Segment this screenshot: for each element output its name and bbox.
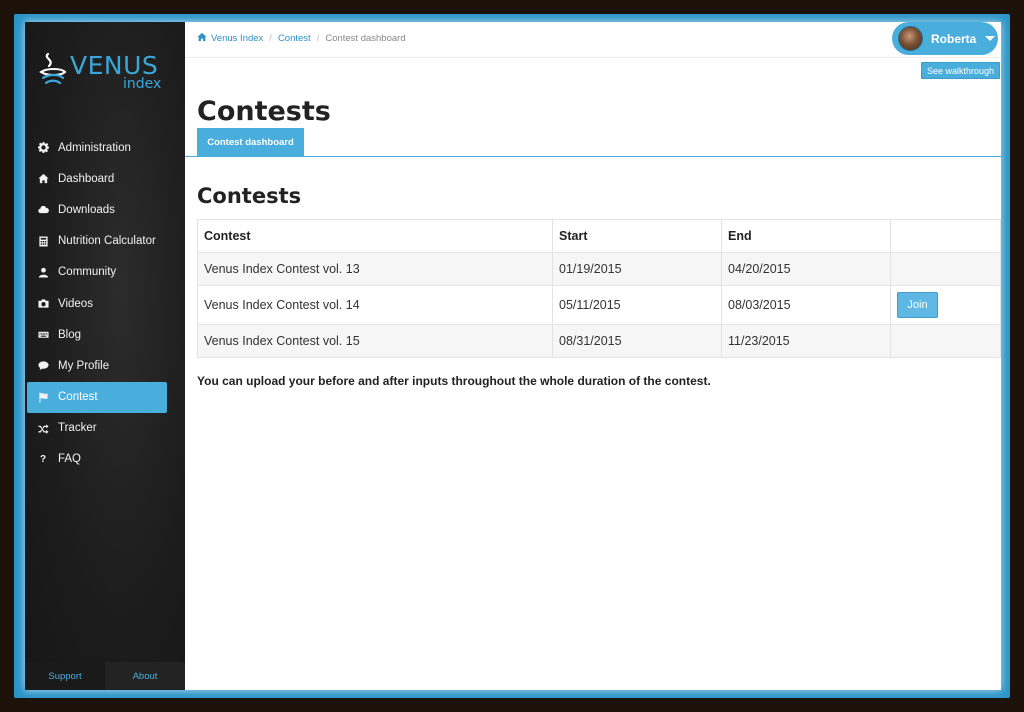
sidebar-item-faq[interactable]: ? FAQ (27, 444, 167, 475)
comment-icon (37, 360, 49, 372)
sidebar-item-label: Administration (58, 141, 131, 154)
breadcrumb-separator: / (269, 33, 272, 44)
brand-subtitle: index (123, 76, 162, 92)
sidebar-item-label: Blog (58, 328, 82, 341)
sidebar-item-administration[interactable]: Administration (27, 132, 167, 163)
breadcrumb-current: Contest dashboard (325, 33, 406, 44)
flag-icon (37, 391, 49, 403)
contest-name: Venus Index Contest vol. 15 (197, 324, 553, 358)
column-header-start: Start (552, 219, 722, 253)
section-title: Contests (197, 184, 302, 208)
sidebar-item-videos[interactable]: Videos (27, 288, 167, 319)
contest-start: 05/11/2015 (552, 285, 722, 325)
main-content: Venus Index / Contest / Contest dashboar… (185, 22, 1001, 690)
sidebar-item-contest[interactable]: Contest (27, 381, 167, 413)
page-title: Contests (197, 96, 331, 127)
column-header-action (890, 219, 1001, 253)
caret-down-icon (985, 36, 996, 41)
tab-contest-dashboard[interactable]: Contest dashboard (197, 128, 304, 157)
see-walkthrough-button[interactable]: See walkthrough (921, 62, 1000, 79)
contest-name: Venus Index Contest vol. 14 (197, 285, 553, 325)
user-menu-button[interactable]: Roberta (892, 22, 998, 55)
home-icon (37, 173, 49, 185)
sidebar-item-label: My Profile (58, 359, 110, 372)
sidebar-item-label: Downloads (58, 203, 115, 216)
cloud-icon (37, 204, 49, 216)
support-link[interactable]: Support (25, 662, 105, 690)
column-header-end: End (721, 219, 891, 253)
sidebar-item-label: Dashboard (58, 172, 115, 185)
sidebar-item-my-profile[interactable]: My Profile (27, 350, 167, 381)
contest-end: 04/20/2015 (721, 252, 891, 286)
user-icon (37, 266, 49, 278)
gear-icon (37, 142, 49, 154)
table-row: Venus Index Contest vol. 13 01/19/2015 0… (197, 252, 1001, 286)
contests-table: Contest Start End Venus Index Contest vo… (197, 219, 1001, 358)
brand-logo[interactable]: VENUS index (37, 50, 167, 94)
sidebar-item-label: FAQ (58, 453, 82, 466)
question-icon: ? (39, 453, 47, 465)
upload-note: You can upload your before and after inp… (197, 374, 711, 388)
contest-name: Venus Index Contest vol. 13 (197, 252, 553, 286)
camera-icon (37, 298, 49, 310)
sidebar-item-nutrition-calculator[interactable]: Nutrition Calculator (27, 226, 167, 257)
sidebar-item-label: Nutrition Calculator (58, 235, 156, 248)
table-row: Venus Index Contest vol. 15 08/31/2015 1… (197, 324, 1001, 358)
table-header-row: Contest Start End (197, 219, 1001, 253)
sidebar-footer: Support About (25, 662, 185, 690)
venus-logo-icon (39, 52, 67, 85)
about-link[interactable]: About (105, 662, 185, 690)
breadcrumb-link-venus-index[interactable]: Venus Index (211, 33, 263, 44)
sidebar-nav: Administration Dashboard Downloads Nutri… (27, 132, 167, 475)
contest-end: 11/23/2015 (721, 324, 891, 358)
join-button[interactable]: Join (897, 292, 938, 318)
contest-action (890, 324, 1001, 358)
tab-underline (185, 156, 1001, 157)
sidebar-item-downloads[interactable]: Downloads (27, 194, 167, 225)
breadcrumb: Venus Index / Contest / Contest dashboar… (197, 32, 406, 45)
sidebar: VENUS index Administration Dashboard Dow… (25, 22, 185, 690)
contest-action: Join (890, 285, 1001, 325)
keyboard-icon (37, 329, 49, 341)
sidebar-item-label: Community (58, 266, 117, 279)
breadcrumb-separator: / (316, 33, 320, 44)
home-icon (197, 32, 211, 45)
sidebar-item-label: Contest (58, 391, 98, 404)
app-window: VENUS index Administration Dashboard Dow… (25, 22, 1001, 690)
sidebar-item-tracker[interactable]: Tracker (27, 413, 167, 444)
shuffle-icon (37, 422, 49, 434)
sidebar-item-community[interactable]: Community (27, 257, 167, 288)
contest-end: 08/03/2015 (721, 285, 891, 325)
avatar (898, 26, 923, 51)
contest-start: 08/31/2015 (552, 324, 722, 358)
sidebar-item-label: Videos (58, 297, 93, 310)
column-header-contest: Contest (197, 219, 553, 253)
sidebar-item-dashboard[interactable]: Dashboard (27, 163, 167, 194)
calculator-icon (37, 235, 49, 247)
sidebar-item-label: Tracker (58, 422, 97, 435)
table-row: Venus Index Contest vol. 14 05/11/2015 0… (197, 285, 1001, 325)
breadcrumb-link-contest[interactable]: Contest (278, 33, 311, 44)
user-name: Roberta (931, 31, 977, 46)
sidebar-item-blog[interactable]: Blog (27, 319, 167, 350)
contest-action (890, 252, 1001, 286)
top-bar: Venus Index / Contest / Contest dashboar… (185, 22, 1001, 58)
contest-start: 01/19/2015 (552, 252, 722, 286)
